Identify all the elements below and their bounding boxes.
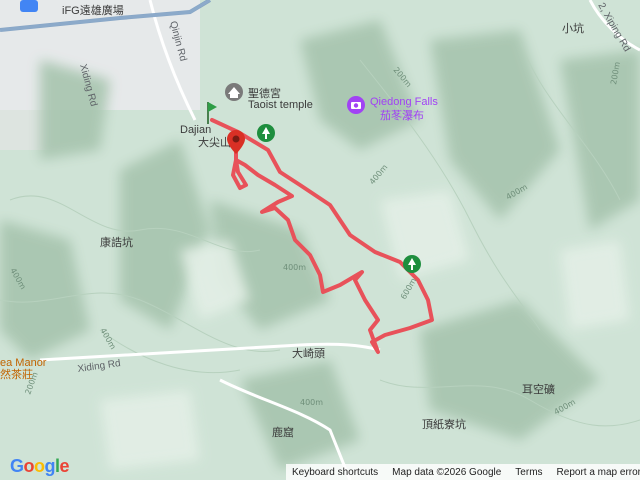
report-map-error-link[interactable]: Report a map error bbox=[557, 467, 640, 478]
dingzhiliaokeng-label: 頂紙寮坑 bbox=[422, 417, 466, 431]
google-logo: Google bbox=[10, 456, 70, 476]
tea-manor-label: ea Manor bbox=[0, 357, 47, 369]
tree-icon[interactable] bbox=[403, 255, 421, 273]
keyboard-shortcuts-link[interactable]: Keyboard shortcuts bbox=[292, 467, 378, 478]
camera-icon[interactable] bbox=[347, 96, 365, 114]
xiaokeng-label: 小坑 bbox=[562, 21, 584, 35]
dajian-zh-label: 大尖山 bbox=[198, 135, 231, 149]
tree-icon[interactable] bbox=[257, 124, 275, 142]
qiedong-falls-zh-label: 茄苳瀑布 bbox=[380, 108, 424, 122]
temple-icon[interactable] bbox=[225, 83, 243, 101]
dajian-label: Dajian bbox=[180, 124, 211, 136]
kangjiekeng-label: 康誥坑 bbox=[100, 235, 133, 249]
ifg-plaza-label: iFG遠雄廣場 bbox=[62, 3, 124, 17]
daqitou-label: 大崎頭 bbox=[292, 346, 325, 360]
erkongkuang-label: 耳空礦 bbox=[522, 382, 555, 396]
taoist-temple-label: Taoist temple bbox=[248, 99, 313, 111]
luku-label: 鹿窟 bbox=[272, 425, 294, 439]
terms-link[interactable]: Terms bbox=[515, 467, 542, 478]
contour-label: 400m bbox=[300, 398, 323, 407]
terrain-map[interactable]: iFG遠雄廣場 Qinjin Rd Xiding Rd 2, Xiping Rd… bbox=[0, 0, 640, 480]
attribution-bar: Keyboard shortcuts Map data ©2026 Google… bbox=[286, 464, 640, 480]
map-data-text: Map data ©2026 Google bbox=[392, 466, 502, 478]
contour-label: 400m bbox=[283, 263, 306, 272]
shengde-temple-label: 聖德宮 bbox=[248, 86, 281, 100]
qiedong-falls-label: Qiedong Falls bbox=[370, 96, 438, 108]
building-icon bbox=[20, 0, 38, 12]
